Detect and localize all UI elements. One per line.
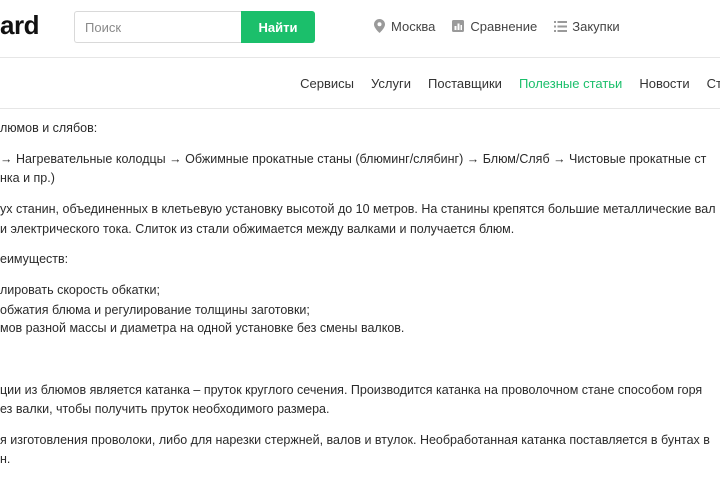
- purchases-link[interactable]: Закупки: [553, 18, 620, 34]
- search-button[interactable]: Найти: [241, 11, 315, 43]
- compare-link[interactable]: Сравнение: [451, 19, 537, 34]
- nav-item-offers[interactable]: Услуги: [371, 76, 411, 91]
- location-pin-icon: [372, 19, 386, 33]
- article-line: ции из блюмов является катанка – пруток …: [0, 383, 703, 397]
- compare-icon: [451, 19, 465, 33]
- site-logo[interactable]: ard: [0, 10, 39, 41]
- main-nav: Сервисы Услуги Поставщики Полезные стать…: [0, 59, 720, 109]
- nav-item-articles[interactable]: Полезные статьи: [519, 76, 622, 91]
- header-links: Москва Сравнение Закупки: [372, 17, 636, 35]
- article-line: обжатия блюма и регулирование толщины за…: [0, 303, 310, 317]
- site-header: ard Найти Москва Сравнение Закупки: [0, 0, 720, 58]
- article-line: еимуществ:: [0, 252, 69, 266]
- article-line: мов разной массы и диаметра на одной уст…: [0, 321, 405, 335]
- article-line: ух станин, объединенных в клетьевую уста…: [0, 202, 716, 216]
- article-line: ез валки, чтобы получить пруток необходи…: [0, 402, 330, 416]
- nav-item-services[interactable]: Сервисы: [300, 76, 354, 91]
- list-icon: [553, 19, 567, 33]
- nav-item-more[interactable]: Ст: [707, 76, 720, 91]
- article-body: люмов и слябов: → Нагревательные колодцы…: [0, 110, 720, 480]
- city-link[interactable]: Москва: [372, 19, 435, 34]
- article-line: нка и пр.): [0, 171, 55, 185]
- article-line: лировать скорость обкатки;: [0, 283, 160, 297]
- nav-item-news[interactable]: Новости: [639, 76, 689, 91]
- article-line: → Нагревательные колодцы → Обжимные прок…: [0, 152, 707, 166]
- compare-label: Сравнение: [470, 18, 538, 34]
- article-line: я изготовления проволоки, либо для нарез…: [0, 433, 710, 447]
- article-line: люмов и слябов:: [0, 121, 98, 135]
- article-line: н.: [0, 452, 11, 466]
- search-input[interactable]: [74, 11, 242, 43]
- nav-item-suppliers[interactable]: Поставщики: [428, 76, 502, 91]
- city-label: Москва: [391, 18, 436, 34]
- search-form: Найти: [74, 11, 315, 43]
- purchases-label: Закупки: [572, 18, 620, 34]
- article-line: и электрического тока. Слиток из стали о…: [0, 222, 515, 236]
